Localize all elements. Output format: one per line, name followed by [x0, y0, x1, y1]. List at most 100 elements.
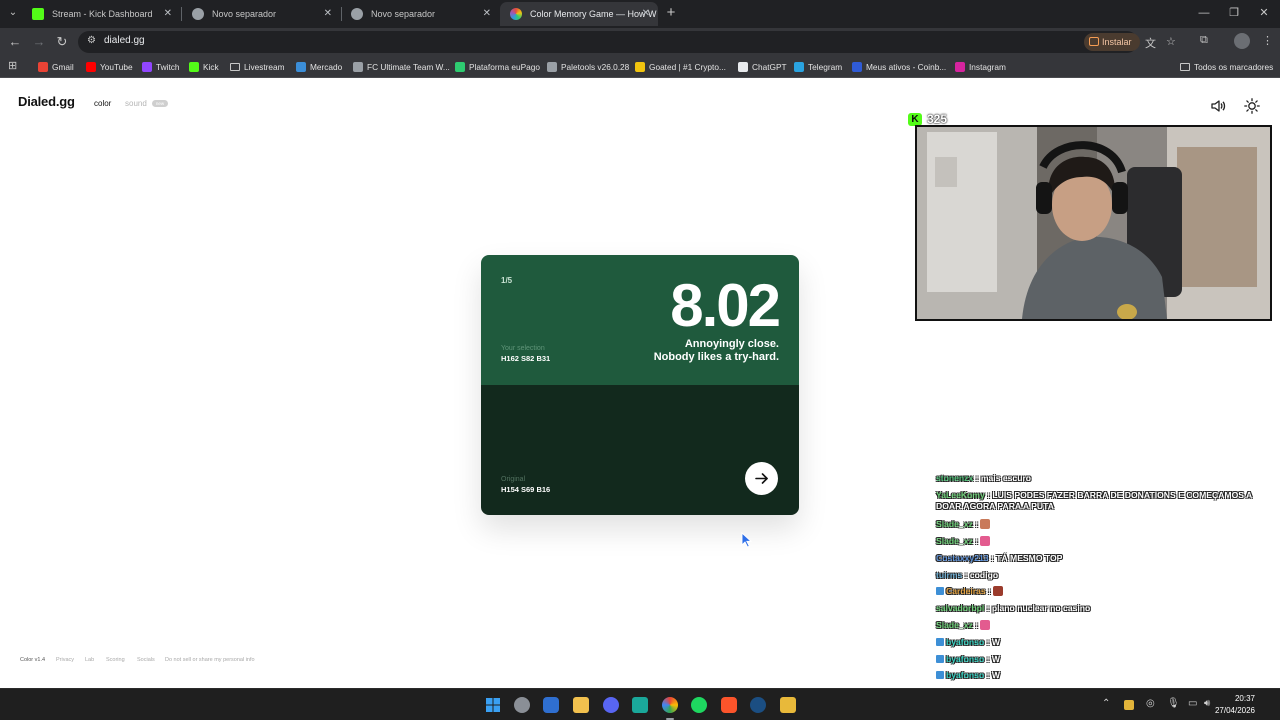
chat-text: :	[988, 586, 991, 596]
speaker-icon[interactable]: 🔊︎	[1204, 698, 1210, 709]
all-bookmarks-folder[interactable]: Todos os marcadores	[1180, 60, 1273, 74]
tab-new-tab-1[interactable]: Novo separador ✕	[182, 2, 340, 26]
chat-username[interactable]: tuirms	[936, 570, 962, 580]
brave-icon[interactable]	[721, 697, 737, 713]
game-app-icon[interactable]	[632, 697, 648, 713]
apps-grid-icon[interactable]: ⊞	[8, 59, 17, 72]
chat-text: : W	[986, 670, 1000, 680]
search-app-icon[interactable]	[514, 697, 530, 713]
bookmark-twitch[interactable]: Twitch	[142, 60, 180, 74]
bookmark-gmail[interactable]: Gmail	[38, 60, 74, 74]
next-round-button[interactable]	[745, 462, 778, 495]
close-tab-icon[interactable]: ✕	[164, 2, 172, 26]
chat-text: :	[975, 620, 979, 630]
microphone-icon[interactable]: 🎙︎	[1167, 698, 1180, 709]
tray-overflow-chevron-icon[interactable]: ⌃	[1102, 698, 1110, 709]
close-tab-icon[interactable]: ✕	[483, 2, 491, 26]
tray-network-app-icon[interactable]: ◎	[1146, 698, 1155, 709]
chrome-icon[interactable]	[662, 697, 678, 713]
bookmark-goated[interactable]: Goated | #1 Crypto...	[635, 60, 726, 74]
bookmark-star-icon[interactable]: ☆	[1166, 35, 1176, 48]
extensions-icon[interactable]: ⧉	[1200, 34, 1208, 47]
close-tab-icon[interactable]: ✕	[324, 2, 332, 26]
browser-toolbar: ← → ↻ ⚙ dialed.gg Instalar 文 ☆ ⧉ ⋮	[0, 28, 1280, 56]
tab-new-tab-2[interactable]: Novo separador ✕	[341, 2, 499, 26]
file-explorer-icon[interactable]	[573, 697, 589, 713]
chat-text: : W	[986, 637, 1000, 647]
restore-icon[interactable]: ❐	[1224, 4, 1244, 22]
tab-search-icon[interactable]: ⌄	[4, 4, 22, 22]
nav-color-link[interactable]: color	[94, 99, 111, 108]
tab-kick-dashboard[interactable]: Stream - Kick Dashboard ✕	[22, 2, 180, 26]
discord-icon[interactable]	[603, 697, 619, 713]
spotify-icon[interactable]	[691, 697, 707, 713]
windows-start-icon[interactable]	[485, 697, 501, 713]
chat-username[interactable]: Slade_xz	[936, 620, 973, 630]
webcam-image	[917, 127, 1270, 319]
chat-username[interactable]: Slade_xz	[936, 536, 973, 546]
bookmark-eupago[interactable]: Plataforma euPago	[455, 60, 540, 74]
tab-color-memory-game[interactable]: Color Memory Game — How W ✕	[500, 2, 658, 26]
new-tab-plus-icon[interactable]: +	[662, 4, 680, 22]
page-content: Dialed.gg color sound new 1/5 8.02 Annoy…	[0, 79, 1280, 714]
steam-icon[interactable]	[750, 697, 766, 713]
reload-icon[interactable]: ↻	[53, 33, 71, 51]
footer-do-not-sell-link[interactable]: Do not sell or share my personal info	[165, 657, 255, 663]
close-tab-icon[interactable]: ✕	[642, 2, 650, 26]
tray-app-icon[interactable]	[1124, 700, 1134, 710]
footer-privacy-link[interactable]: Privacy	[56, 657, 74, 663]
profile-avatar[interactable]	[1234, 33, 1250, 49]
chat-username[interactable]: Slade_xz	[936, 519, 973, 529]
browser-menu-icon[interactable]: ⋮	[1262, 34, 1273, 47]
bookmark-paletools[interactable]: Paletools v26.0.28	[547, 60, 629, 74]
bookmark-instagram[interactable]: Instagram	[955, 60, 1006, 74]
chat-username[interactable]: Costaxxy213	[936, 553, 989, 563]
bookmark-telegram[interactable]: Telegram	[794, 60, 842, 74]
sun-icon[interactable]	[1244, 98, 1260, 114]
tab-strip: ⌄ Stream - Kick Dashboard ✕ Novo separad…	[0, 0, 1280, 28]
chat-username[interactable]: stonenzx	[936, 473, 973, 483]
clock-time[interactable]: 20:37	[1235, 694, 1255, 703]
score-value: 8.02	[670, 272, 781, 339]
footer-socials-link[interactable]: Socials	[137, 657, 155, 663]
footer-lab-link[interactable]: Lab	[85, 657, 94, 663]
install-app-button[interactable]: Instalar	[1084, 33, 1140, 51]
chat-username[interactable]: Cardeiras	[946, 586, 986, 596]
coinbase-favicon-icon	[852, 62, 862, 72]
chat-username[interactable]: byafonso	[946, 637, 984, 647]
chat-username[interactable]: byafonso	[946, 670, 984, 680]
chat-username[interactable]: byafonso	[946, 654, 984, 664]
address-bar[interactable]: ⚙ dialed.gg Instalar 文 ☆	[78, 31, 1176, 53]
widget-app-icon[interactable]	[543, 697, 559, 713]
site-settings-icon[interactable]: ⚙	[87, 35, 96, 46]
chat-username[interactable]: YaLeeKomy	[936, 490, 985, 500]
bookmark-chatgpt[interactable]: ChatGPT	[738, 60, 787, 74]
notes-app-icon[interactable]	[780, 697, 796, 713]
clock-date[interactable]: 27/04/2026	[1215, 706, 1255, 715]
bookmark-youtube[interactable]: YouTube	[86, 60, 133, 74]
site-logo[interactable]: Dialed.gg	[18, 94, 75, 109]
chat-text: : plano nuclear no casino	[986, 603, 1091, 613]
chat-emote-icon	[992, 586, 1003, 596]
volume-icon[interactable]	[1210, 98, 1226, 114]
tab-title: Color Memory Game — How W	[530, 9, 657, 19]
bookmark-kick[interactable]: Kick	[189, 60, 219, 74]
translate-icon[interactable]: 文	[1145, 35, 1156, 51]
tab-title: Novo separador	[371, 9, 436, 19]
minimize-icon[interactable]: —	[1194, 4, 1214, 22]
footer-scoring-link[interactable]: Scoring	[106, 657, 125, 663]
chat-message: YaLeeKomy : LUIS PODES FAZER BARRA DE DO…	[936, 490, 1266, 512]
display-icon[interactable]: ▭	[1188, 698, 1197, 709]
back-arrow-icon[interactable]: ←	[6, 33, 24, 51]
bookmark-fc-ultimate-team[interactable]: FC Ultimate Team W...	[353, 60, 450, 74]
url-text[interactable]: dialed.gg	[104, 35, 145, 46]
tab-title: Novo separador	[212, 9, 277, 19]
bookmark-coinbase[interactable]: Meus ativos - Coinb...	[852, 60, 946, 74]
close-window-icon[interactable]: ✕	[1254, 4, 1274, 22]
forward-arrow-icon[interactable]: →	[30, 33, 48, 51]
nav-sound-link[interactable]: sound	[125, 99, 147, 108]
chat-text: : TÁ MESMO TOP	[990, 553, 1063, 563]
bookmark-livestream[interactable]: Livestream	[230, 60, 285, 74]
bookmark-mercado[interactable]: Mercado	[296, 60, 342, 74]
chat-username[interactable]: salvadorbpl	[936, 603, 984, 613]
